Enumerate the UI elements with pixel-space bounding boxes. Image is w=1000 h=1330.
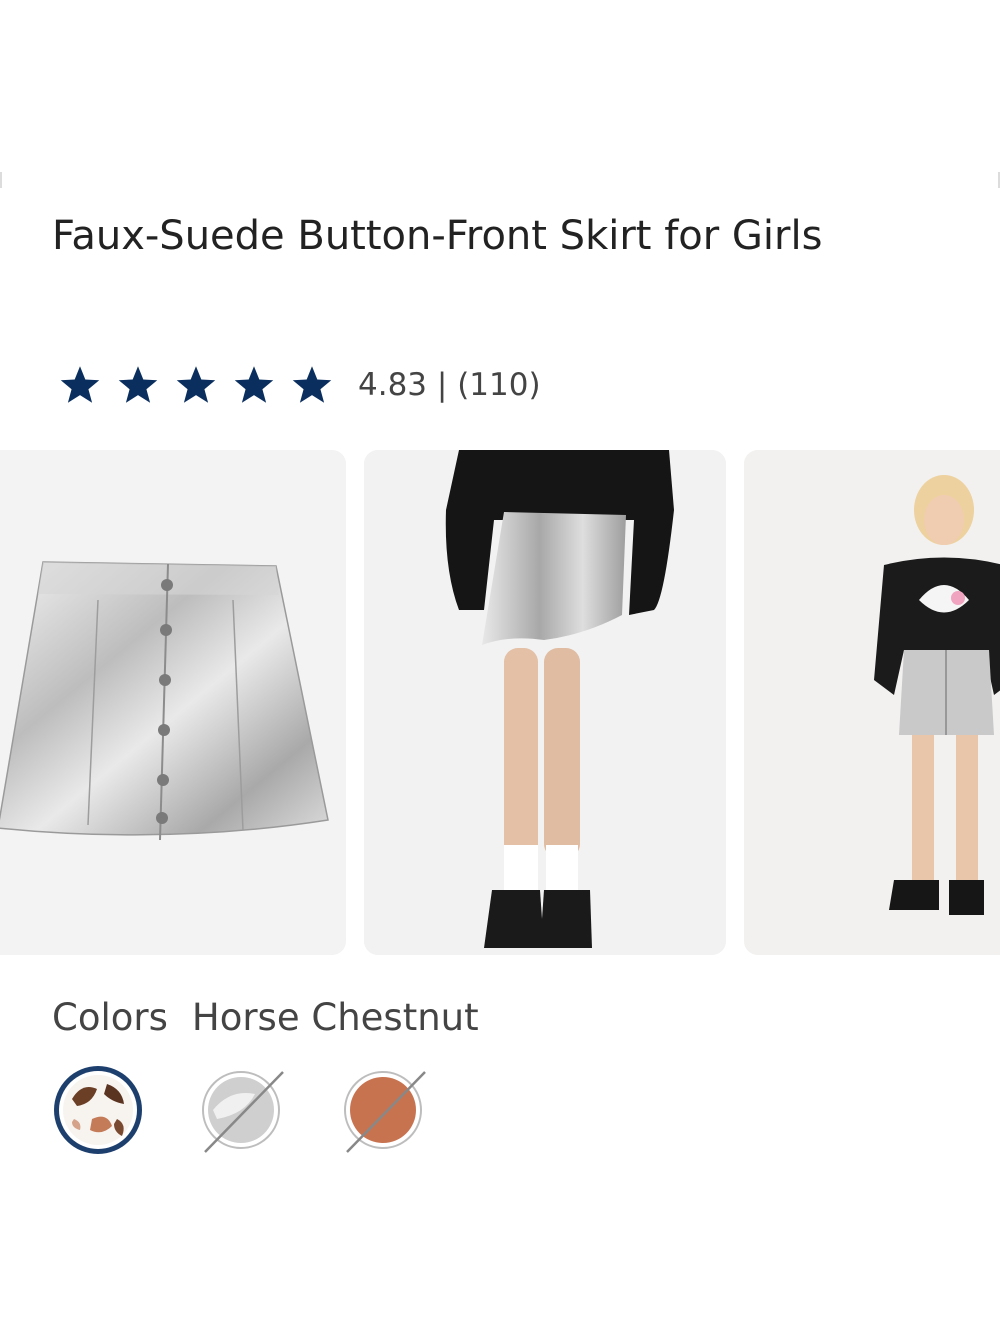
swatch-copper-unavailable[interactable] xyxy=(337,1064,429,1156)
model-front-view-photo[interactable] xyxy=(744,450,1000,955)
rating-summary: 4.83 | (110) xyxy=(358,367,541,403)
swatch-silver-unavailable[interactable] xyxy=(195,1064,287,1156)
star-icon xyxy=(176,366,216,403)
star-icon xyxy=(292,366,332,403)
flat-lay-skirt-photo[interactable] xyxy=(0,450,346,955)
star-rating xyxy=(52,363,340,407)
left-edge-mark xyxy=(0,172,2,188)
star-icon xyxy=(60,366,100,403)
star-icon xyxy=(234,366,274,403)
swatch-horse-chestnut[interactable] xyxy=(52,1064,144,1156)
colors-heading: Colors xyxy=(52,996,168,1039)
image-gallery[interactable] xyxy=(0,450,1000,955)
color-section-label: Colors Horse Chestnut xyxy=(52,996,479,1039)
selected-color-name: Horse Chestnut xyxy=(191,996,479,1039)
star-icon xyxy=(118,366,158,403)
color-swatches xyxy=(52,1064,472,1160)
product-title: Faux-Suede Button-Front Skirt for Girls xyxy=(52,213,823,259)
rating-row[interactable]: 4.83 | (110) xyxy=(52,360,541,410)
model-back-view-photo[interactable] xyxy=(364,450,726,955)
